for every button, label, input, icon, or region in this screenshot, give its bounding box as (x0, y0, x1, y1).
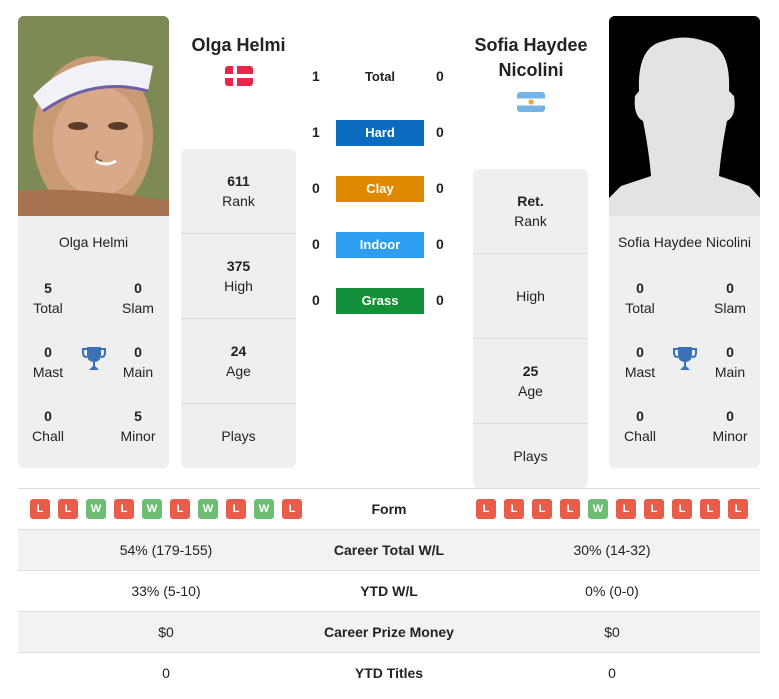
player2-age: 25 Age (473, 339, 588, 424)
form-loss-badge[interactable]: L (282, 499, 302, 519)
form-loss-badge[interactable]: L (114, 499, 134, 519)
player2-slam-titles: 0 Slam (714, 280, 746, 316)
player2-high: High (473, 254, 588, 339)
player2-ytd-wl: 0% (0-0) (585, 583, 639, 599)
surface-clay-badge[interactable]: Clay (336, 176, 424, 202)
player2-rank-card: Ret. Rank High 25 Age Plays (473, 169, 588, 488)
argentina-flag-icon (517, 92, 545, 112)
trophy-icon (82, 347, 106, 370)
form-loss-badge[interactable]: L (58, 499, 78, 519)
player1-prize-money: $0 (158, 624, 174, 640)
player2-prize-money: $0 (604, 624, 620, 640)
player2-career-wl: 30% (14-32) (573, 542, 651, 558)
form-loss-badge[interactable]: L (30, 499, 50, 519)
player2-plays: Plays (513, 448, 548, 464)
player1-career-wl: 54% (179-155) (119, 542, 213, 558)
h2h-grass-row: 0 Grass 0 (300, 288, 460, 314)
form-loss-badge[interactable]: L (672, 499, 692, 519)
player2-form: LLLLWLLLLL (464, 499, 760, 519)
player1-titles-card: Olga Helmi 5 Total 0 Slam 0 Mast 0 Main … (18, 216, 169, 468)
player2-name-link[interactable]: Sofia Haydee Nicolini (466, 33, 596, 83)
comparison-table: LLWLWLWLWL Form LLLLWLLLLL 54% (179-155)… (18, 488, 760, 693)
surface-hard-badge[interactable]: Hard (336, 120, 424, 146)
player1-high: 375 High (181, 234, 296, 319)
ytd-wl-row: 33% (5-10) YTD W/L 0% (0-0) (18, 570, 760, 611)
form-loss-badge[interactable]: L (532, 499, 552, 519)
form-loss-badge[interactable]: L (504, 499, 524, 519)
player2-main-titles: 0 Main (714, 344, 746, 380)
player1-slam-titles: 0 Slam (122, 280, 154, 316)
silhouette-icon (609, 16, 760, 216)
form-label: Form (371, 501, 407, 517)
h2h-total-label: Total (364, 69, 396, 84)
form-loss-badge[interactable]: L (644, 499, 664, 519)
h2h-clay-row: 0 Clay 0 (300, 176, 460, 202)
player2-minor-titles: 0 Minor (712, 408, 748, 444)
h2h-total-row: 1 Total 0 (300, 64, 460, 90)
player2-photo (609, 16, 760, 216)
career-wl-label: Career Total W/L (333, 542, 445, 558)
player1-total-titles: 5 Total (33, 280, 63, 316)
form-loss-badge[interactable]: L (728, 499, 748, 519)
form-win-badge[interactable]: W (588, 499, 608, 519)
player1-card-name: Olga Helmi (58, 234, 129, 250)
form-loss-badge[interactable]: L (616, 499, 636, 519)
form-loss-badge[interactable]: L (170, 499, 190, 519)
player1-age: 24 Age (181, 319, 296, 404)
ytd-titles-label: YTD Titles (354, 665, 424, 681)
player1-name-link[interactable]: Olga Helmi (180, 33, 297, 58)
form-loss-badge[interactable]: L (226, 499, 246, 519)
surface-indoor-badge[interactable]: Indoor (336, 232, 424, 258)
form-win-badge[interactable]: W (254, 499, 274, 519)
prize-money-label: Career Prize Money (324, 624, 454, 640)
form-win-badge[interactable]: W (198, 499, 218, 519)
player1-minor-titles: 5 Minor (120, 408, 156, 444)
player2-titles-card: Sofia Haydee Nicolini 0 Total 0 Slam 0 M… (609, 216, 760, 468)
surface-grass-badge[interactable]: Grass (336, 288, 424, 314)
player1-main-titles: 0 Main (122, 344, 154, 380)
form-row: LLWLWLWLWL Form LLLLWLLLLL (18, 488, 760, 529)
h2h-indoor-row: 0 Indoor 0 (300, 232, 460, 258)
player1-form: LLWLWLWLWL (18, 499, 314, 519)
form-loss-badge[interactable]: L (700, 499, 720, 519)
player1-photo (18, 16, 169, 216)
player2-chall-titles: 0 Chall (624, 408, 656, 444)
player-photo-icon (18, 16, 169, 216)
player2-mast-titles: 0 Mast (624, 344, 656, 380)
player1-ytd-wl: 33% (5-10) (131, 583, 201, 599)
trophy-icon (673, 347, 697, 370)
form-win-badge[interactable]: W (142, 499, 162, 519)
player2-total-titles: 0 Total (625, 280, 655, 316)
denmark-flag-icon (225, 66, 253, 86)
ytd-wl-label: YTD W/L (360, 583, 418, 599)
player2-rank: Ret. Rank (473, 169, 588, 254)
player1-rank: 611 Rank (181, 149, 296, 234)
h2h-hard-row: 1 Hard 0 (300, 120, 460, 146)
form-win-badge[interactable]: W (86, 499, 106, 519)
player1-ytd-titles: 0 (162, 665, 170, 681)
prize-money-row: $0 Career Prize Money $0 (18, 611, 760, 652)
player1-plays: Plays (221, 428, 256, 444)
player2-card-name: Sofia Haydee Nicolini (617, 234, 752, 250)
form-loss-badge[interactable]: L (476, 499, 496, 519)
ytd-titles-row: 0 YTD Titles 0 (18, 652, 760, 693)
player1-rank-card: 611 Rank 375 High 24 Age Plays (181, 149, 296, 468)
career-wl-row: 54% (179-155) Career Total W/L 30% (14-3… (18, 529, 760, 570)
player1-chall-titles: 0 Chall (32, 408, 64, 444)
form-loss-badge[interactable]: L (560, 499, 580, 519)
player2-ytd-titles: 0 (608, 665, 616, 681)
player1-mast-titles: 0 Mast (32, 344, 64, 380)
